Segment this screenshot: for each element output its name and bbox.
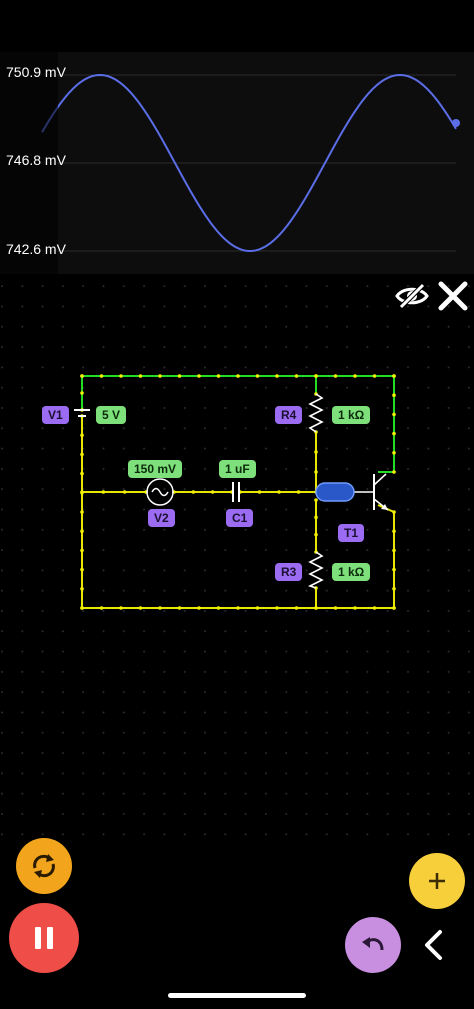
- circuit-canvas[interactable]: [0, 275, 474, 842]
- y-label-max: 750.9 mV: [6, 64, 66, 80]
- pause-icon: [35, 927, 53, 949]
- wire-dot: [392, 412, 396, 417]
- wire-dot: [314, 374, 318, 378]
- r3-value-badge[interactable]: 1 kΩ: [332, 563, 371, 581]
- plus-icon: [429, 873, 445, 889]
- refresh-icon: [33, 854, 55, 878]
- wire-dot: [216, 606, 221, 610]
- r4-name-badge[interactable]: R4: [275, 406, 303, 424]
- wire-dot: [158, 374, 162, 378]
- wire-dot: [236, 606, 240, 610]
- wire-dot: [392, 510, 396, 514]
- wire-dot: [197, 374, 201, 378]
- wire-dot: [392, 470, 396, 474]
- grid-background: [0, 275, 474, 842]
- wire-dot: [392, 431, 396, 436]
- wire-dot: [353, 606, 357, 610]
- wire-dot: [392, 587, 396, 591]
- reset-button[interactable]: [16, 838, 72, 894]
- y-label-min: 742.6 mV: [6, 241, 66, 257]
- wire-dot: [277, 490, 281, 494]
- wire-dot: [122, 490, 127, 494]
- wire-dot: [191, 490, 196, 494]
- wire-dot: [314, 470, 318, 474]
- r3-name-badge[interactable]: R3: [275, 563, 303, 581]
- wire-dot: [314, 606, 318, 610]
- undo-icon: [362, 937, 384, 951]
- add-component-button[interactable]: [409, 853, 465, 909]
- wire-dot: [236, 374, 240, 378]
- wire-dot: [80, 490, 84, 494]
- wire-dot: [158, 606, 162, 610]
- wire-dot: [392, 374, 396, 378]
- wire-dot: [372, 374, 377, 378]
- wire-dot: [119, 374, 123, 378]
- home-indicator[interactable]: [168, 993, 306, 998]
- wire-dot: [99, 606, 104, 610]
- wire-dot: [255, 606, 260, 610]
- wire-dot: [392, 548, 396, 553]
- wire-dot: [80, 529, 84, 533]
- v1-value-badge[interactable]: 5 V: [96, 406, 127, 424]
- t1-name-badge[interactable]: T1: [338, 524, 365, 542]
- wire-dot: [99, 374, 104, 378]
- wire-dot: [314, 498, 318, 502]
- wire-dot: [216, 374, 221, 378]
- wire-dot: [138, 606, 143, 610]
- wire-dot: [257, 490, 262, 494]
- undo-button[interactable]: [345, 917, 401, 973]
- wire-dot: [80, 391, 84, 395]
- back-button[interactable]: [416, 926, 450, 964]
- wire-dot: [80, 548, 84, 553]
- c1-value-badge[interactable]: 1 uF: [219, 460, 256, 478]
- v1-name-badge[interactable]: V1: [42, 406, 69, 424]
- wire-dot: [353, 374, 357, 378]
- wire-dot: [80, 510, 84, 514]
- wire-dot: [296, 490, 301, 494]
- selected-wire-highlight[interactable]: [315, 482, 355, 502]
- wire-dot: [392, 393, 396, 398]
- c1-name-badge[interactable]: C1: [226, 509, 254, 527]
- v2-name-badge[interactable]: V2: [148, 509, 175, 527]
- oscilloscope-graph: [40, 73, 460, 253]
- v2-value-badge[interactable]: 150 mV: [128, 460, 183, 478]
- pause-button[interactable]: [9, 903, 79, 973]
- wire-dot: [314, 532, 318, 537]
- wire-dot: [101, 490, 106, 494]
- wire-dot: [392, 567, 396, 572]
- chevron-left-icon: [425, 930, 442, 960]
- wire-dot: [80, 587, 84, 591]
- wire-dot: [197, 606, 201, 610]
- oscilloscope-panel[interactable]: [0, 52, 474, 274]
- wire-dot: [80, 567, 84, 572]
- wire-dot: [333, 606, 338, 610]
- wire-dot: [392, 451, 396, 455]
- wire-dot: [392, 606, 396, 610]
- wire-dot: [314, 515, 318, 520]
- wire-dot: [372, 606, 377, 610]
- circuit-schematic: [0, 275, 474, 842]
- wire-dot: [275, 374, 279, 378]
- r4-value-badge[interactable]: 1 kΩ: [332, 406, 371, 424]
- waveform-cursor: [452, 119, 460, 127]
- wire-dot: [177, 606, 182, 610]
- wire-dot: [275, 606, 279, 610]
- wire-dot: [80, 471, 84, 476]
- wire-dot: [119, 606, 123, 610]
- wire-dot: [294, 606, 299, 610]
- wire-dot: [177, 374, 182, 378]
- wire-dot: [80, 452, 84, 457]
- wire-dot: [138, 374, 143, 378]
- wire-dot: [314, 450, 318, 454]
- y-label-mid: 746.8 mV: [6, 152, 66, 168]
- wire-dot: [294, 374, 299, 378]
- wire-dot: [80, 606, 84, 610]
- wire-dot: [255, 374, 260, 378]
- wire-dot: [392, 529, 396, 533]
- wire-dot: [80, 374, 84, 378]
- wire-dot: [210, 490, 215, 494]
- wire-dot: [80, 433, 84, 438]
- wire-dot: [333, 374, 338, 378]
